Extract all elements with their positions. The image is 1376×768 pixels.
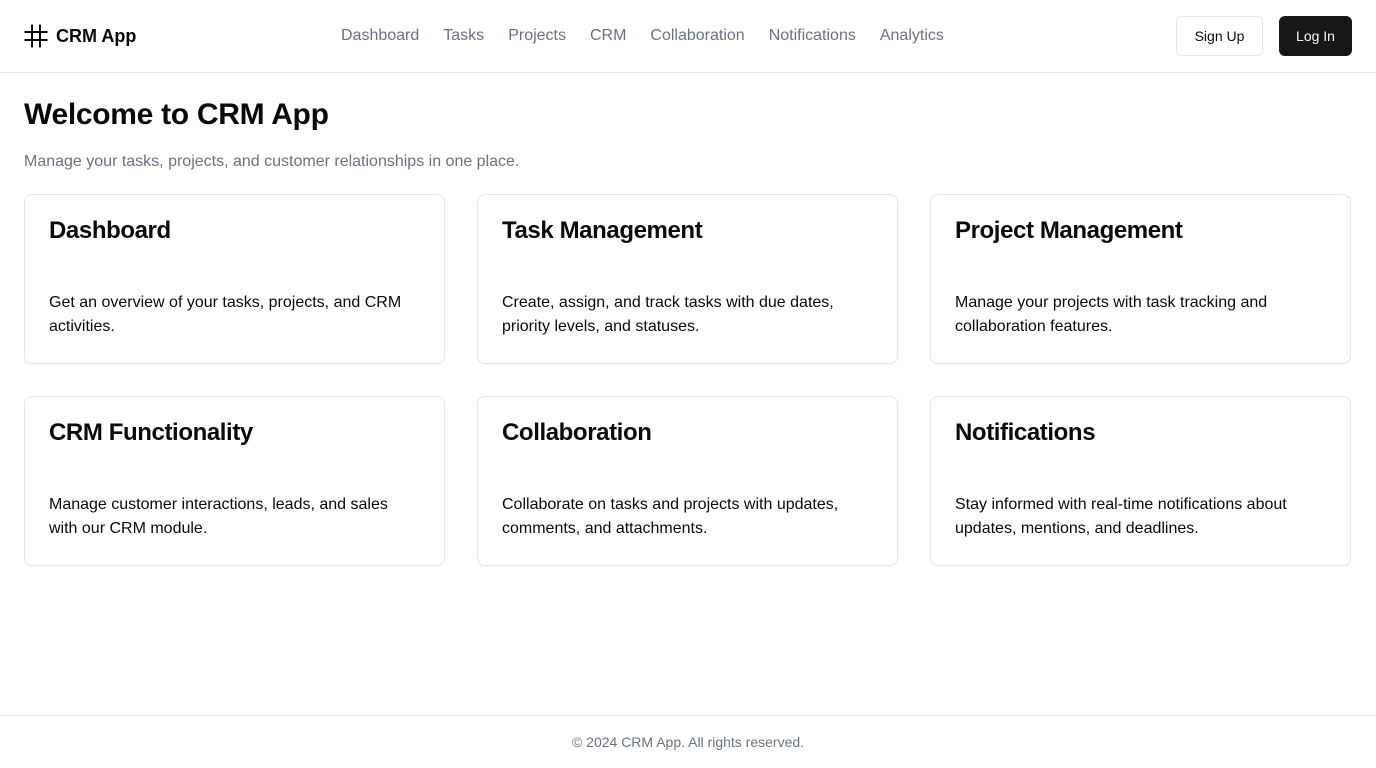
sign-up-button[interactable]: Sign Up xyxy=(1176,16,1263,56)
main-content: Welcome to CRM App Manage your tasks, pr… xyxy=(24,96,1352,566)
brand-name: CRM App xyxy=(56,26,137,46)
nav-link-analytics[interactable]: Analytics xyxy=(880,24,944,48)
nav-link-tasks[interactable]: Tasks xyxy=(443,24,484,48)
feature-card-project-management: Project Management Manage your projects … xyxy=(930,194,1351,364)
card-title: Task Management xyxy=(502,217,703,244)
card-description: Create, assign, and track tasks with due… xyxy=(502,294,834,335)
nav-link-crm[interactable]: CRM xyxy=(590,24,626,48)
card-description: Manage customer interactions, leads, and… xyxy=(49,496,388,537)
feature-card-notifications: Notifications Stay informed with real-ti… xyxy=(930,396,1351,566)
main-nav: Dashboard Tasks Projects CRM Collaborati… xyxy=(341,24,944,48)
card-description: Collaborate on tasks and projects with u… xyxy=(502,496,839,537)
card-title: Project Management xyxy=(955,217,1183,244)
card-description: Manage your projects with task tracking … xyxy=(955,294,1268,335)
feature-card-crm-functionality: CRM Functionality Manage customer intera… xyxy=(24,396,445,566)
card-description: Get an overview of your tasks, projects,… xyxy=(49,294,402,335)
nav-link-dashboard[interactable]: Dashboard xyxy=(341,24,419,48)
card-title: Notifications xyxy=(955,419,1096,446)
top-header: CRM App Dashboard Tasks Projects CRM Col… xyxy=(0,0,1376,73)
card-description: Stay informed with real-time notificatio… xyxy=(955,496,1287,537)
page: CRM App Dashboard Tasks Projects CRM Col… xyxy=(0,0,1376,768)
feature-card-dashboard: Dashboard Get an overview of your tasks,… xyxy=(24,194,445,364)
feature-card-collaboration: Collaboration Collaborate on tasks and p… xyxy=(477,396,898,566)
hash-icon xyxy=(24,24,48,48)
nav-link-collaboration[interactable]: Collaboration xyxy=(650,24,744,48)
feature-grid: Dashboard Get an overview of your tasks,… xyxy=(24,194,1352,566)
page-title: Welcome to CRM App xyxy=(24,98,329,131)
page-subtitle: Manage your tasks, projects, and custome… xyxy=(24,153,520,170)
card-title: CRM Functionality xyxy=(49,419,253,446)
card-title: Dashboard xyxy=(49,217,171,244)
card-title: Collaboration xyxy=(502,419,652,446)
feature-card-task-management: Task Management Create, assign, and trac… xyxy=(477,194,898,364)
brand-link[interactable]: CRM App xyxy=(24,22,136,50)
auth-buttons: Sign Up Log In xyxy=(1176,16,1352,56)
log-in-button[interactable]: Log In xyxy=(1279,16,1352,56)
copyright-text: © 2024 CRM App. All rights reserved. xyxy=(571,734,805,750)
page-footer: © 2024 CRM App. All rights reserved. xyxy=(0,715,1376,768)
nav-link-projects[interactable]: Projects xyxy=(508,24,566,48)
nav-link-notifications[interactable]: Notifications xyxy=(769,24,856,48)
